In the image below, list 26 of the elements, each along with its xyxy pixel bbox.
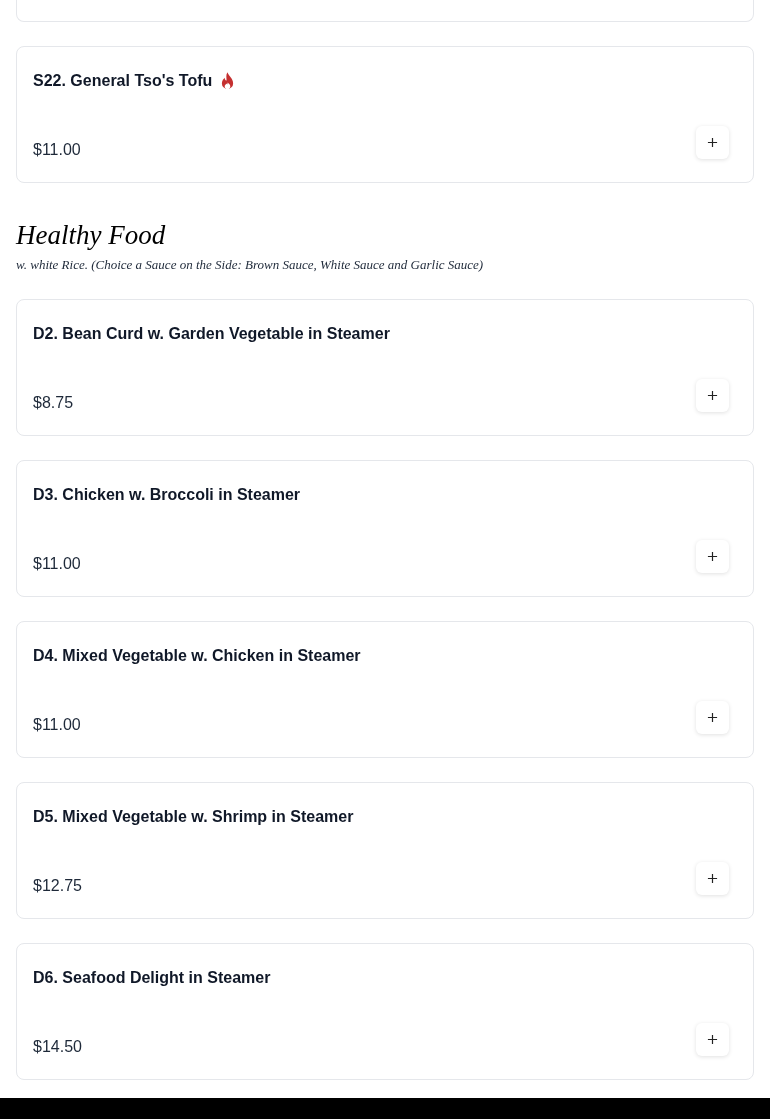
add-button[interactable] [696,862,729,895]
plus-icon [707,873,718,884]
add-button[interactable] [696,126,729,159]
plus-icon [707,712,718,723]
item-price: $12.75 [33,876,82,896]
plus-icon [707,137,718,148]
plus-icon [707,1034,718,1045]
item-name: D6. Seafood Delight in Steamer [33,968,271,988]
item-price: $11.00 [33,715,81,735]
add-button[interactable] [696,540,729,573]
item-name: D4. Mixed Vegetable w. Chicken in Steamer [33,646,361,666]
item-price: $14.50 [33,1037,82,1057]
plus-icon [707,390,718,401]
item-price: $11.00 [33,554,81,574]
section-heading: Healthy Food [16,219,167,251]
section-description: w. white Rice. (Choice a Sauce on the Side: Brown Sauce, White Sauce and Garlic Sauce) [16,256,485,274]
plus-icon [707,551,718,562]
item-name: S22. General Tso's Tofu [33,71,213,91]
item-price: $11.00 [33,140,81,160]
item-name: D5. Mixed Vegetable w. Shrimp in Steamer [33,807,354,827]
add-button[interactable] [696,1023,729,1056]
item-name: D3. Chicken w. Broccoli in Steamer [33,485,301,505]
item-price: $8.75 [33,393,74,413]
add-button[interactable] [696,379,729,412]
item-name: D2. Bean Curd w. Garden Vegetable in Steamer [33,324,390,344]
add-button[interactable] [696,701,729,734]
